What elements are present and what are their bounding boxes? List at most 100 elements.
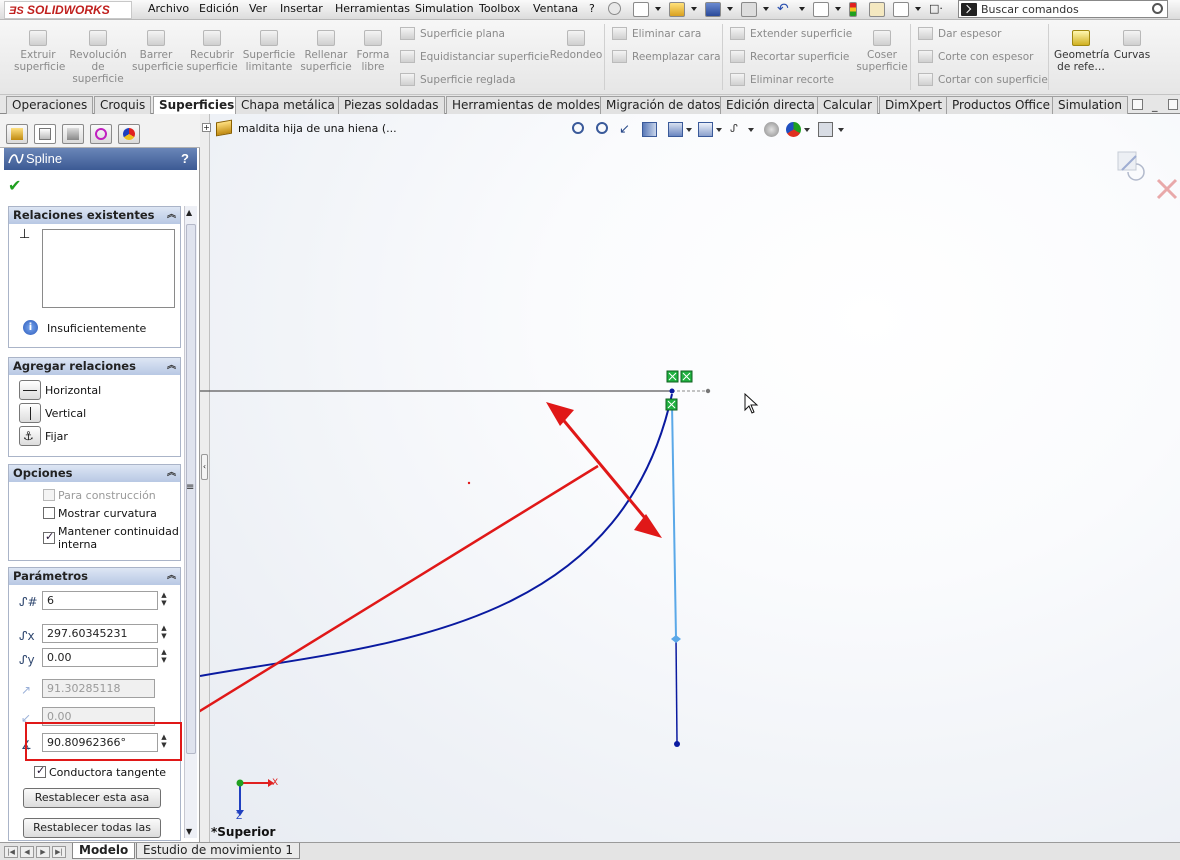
menu-toolbox[interactable]: Toolbox <box>479 1 520 18</box>
collapse-icon[interactable]: ︽ <box>167 207 176 224</box>
print-icon[interactable] <box>741 2 757 17</box>
point-number-spinner[interactable]: ▲ ▼ <box>159 591 169 610</box>
options-header[interactable]: Opciones ︽ <box>9 465 180 482</box>
previous-tab-icon[interactable]: ◀ <box>20 846 34 858</box>
panel-menu-icon[interactable]: ≡ <box>186 482 194 493</box>
tab-simulation[interactable]: Simulation <box>1052 96 1128 114</box>
first-tab-icon[interactable]: |◀ <box>4 846 18 858</box>
point-number-field[interactable]: 6 <box>42 591 158 610</box>
tab-croquis[interactable]: Croquis <box>94 96 152 114</box>
pin-icon[interactable] <box>608 2 621 15</box>
solidworks-logo[interactable]: ƎS SOLIDWORKS <box>4 1 132 19</box>
menu-ver[interactable]: Ver <box>249 1 267 18</box>
tab-dimxpert[interactable]: DimXpert <box>879 96 949 114</box>
new-document-icon[interactable] <box>633 2 649 17</box>
chevron-down-icon[interactable] <box>691 7 697 11</box>
feature-manager-tab[interactable] <box>6 124 28 144</box>
ruled-surface-button[interactable]: Superficie reglada <box>400 72 516 88</box>
freeform-button[interactable]: Forma libre <box>355 30 391 73</box>
replace-face-button[interactable]: Reemplazar cara <box>612 49 721 65</box>
handle-diamond[interactable] <box>671 635 681 643</box>
existing-relations-list[interactable] <box>42 229 175 308</box>
offset-surface-button[interactable]: Equidistanciar superficie <box>400 49 549 65</box>
tab-edicion-directa[interactable]: Edición directa <box>720 96 821 114</box>
collapse-icon[interactable]: ︽ <box>167 358 176 375</box>
chevron-down-icon[interactable] <box>763 7 769 11</box>
sweep-surface-button[interactable]: Barrer superficie <box>132 30 183 73</box>
reset-this-handle-button[interactable]: Restablecer esta asa <box>23 788 161 808</box>
property-manager-tab[interactable] <box>34 124 56 144</box>
curves-button[interactable]: Curvas <box>1112 30 1152 61</box>
overflow-icon[interactable]: □· <box>929 2 943 15</box>
x-coordinate-spinner[interactable]: ▲ ▼ <box>159 624 169 643</box>
parameters-header[interactable]: Parámetros ︽ <box>9 568 180 585</box>
menu-edicion[interactable]: Edición <box>199 1 239 18</box>
menu-simulation[interactable]: Simulation <box>415 1 474 18</box>
tangent-handle-line[interactable] <box>671 403 677 639</box>
tangent-driving-checkbox[interactable] <box>34 764 46 778</box>
open-folder-icon[interactable] <box>669 2 685 17</box>
y-coordinate-field[interactable]: 0.00 <box>42 648 158 667</box>
search-icon[interactable] <box>1152 3 1163 14</box>
minimize-icon[interactable]: _ <box>1152 99 1163 112</box>
save-icon[interactable] <box>705 2 721 17</box>
maximize-icon[interactable] <box>1168 99 1178 110</box>
fix-relation-button[interactable]: ⚓ <box>19 426 41 446</box>
chevron-down-icon[interactable] <box>835 7 841 11</box>
panel-scrollbar[interactable]: ▲ ▼ <box>184 206 197 838</box>
spline-curve[interactable] <box>200 393 673 677</box>
display-manager-tab[interactable] <box>118 124 140 144</box>
reference-geometry-button[interactable]: Geometría de refe… <box>1054 30 1110 73</box>
tangent-handle-end[interactable] <box>705 388 711 394</box>
menu-herramientas[interactable]: Herramientas <box>335 1 410 18</box>
show-curvature-checkbox[interactable] <box>43 507 55 519</box>
select-cursor-icon[interactable] <box>813 2 829 17</box>
extrude-surface-button[interactable]: Extruir superficie <box>14 30 65 73</box>
scroll-up-icon[interactable]: ▲ <box>186 208 192 217</box>
menu-help[interactable]: ? <box>589 1 595 18</box>
spline-point-6[interactable] <box>669 388 675 394</box>
chevron-down-icon[interactable] <box>655 7 661 11</box>
tab-operaciones[interactable]: Operaciones <box>6 96 94 114</box>
menu-insertar[interactable]: Insertar <box>280 1 323 18</box>
help-button[interactable]: ? <box>181 151 189 166</box>
tab-piezas-soldadas[interactable]: Piezas soldadas <box>338 96 445 114</box>
menu-archivo[interactable]: Archivo <box>148 1 189 18</box>
delete-face-button[interactable]: Eliminar cara <box>612 26 701 42</box>
menu-ventana[interactable]: Ventana <box>533 1 578 18</box>
options-icon[interactable] <box>893 2 909 17</box>
restore-window-icon[interactable] <box>1132 99 1143 110</box>
tangent-handle-extension-blue[interactable] <box>675 637 678 743</box>
thickened-cut-button[interactable]: Corte con espesor <box>918 49 1033 65</box>
tangent-arrow-end[interactable] <box>674 741 680 747</box>
vertical-relation-button[interactable] <box>19 403 41 423</box>
fill-surface-button[interactable]: Rellenar superficie <box>300 30 352 73</box>
maintain-internal-continuity-checkbox[interactable] <box>43 530 55 544</box>
thicken-button[interactable]: Dar espesor <box>918 26 1001 42</box>
horizontal-relation-button[interactable] <box>19 380 41 400</box>
file-properties-icon[interactable] <box>869 2 885 17</box>
untrim-surface-button[interactable]: Eliminar recorte <box>730 72 834 88</box>
search-input[interactable]: Buscar comandos <box>981 3 1079 16</box>
collapse-icon[interactable]: ︽ <box>167 465 176 482</box>
tab-superficies[interactable]: Superficies <box>153 96 241 115</box>
x-coordinate-field[interactable]: 297.60345231 <box>42 624 158 643</box>
cut-with-surface-button[interactable]: Cortar con superficie <box>918 72 1048 88</box>
tab-modelo[interactable]: Modelo <box>72 843 136 859</box>
for-construction-checkbox[interactable] <box>43 489 55 501</box>
dimxpert-manager-tab[interactable] <box>90 124 112 144</box>
tab-herramientas-de-moldes[interactable]: Herramientas de moldes <box>446 96 606 114</box>
collapse-icon[interactable]: ︽ <box>167 568 176 585</box>
search-commands[interactable]: Buscar comandos <box>958 0 1168 18</box>
tab-migracion-de-datos[interactable]: Migración de datos <box>600 96 727 114</box>
fillet-button[interactable]: Redondeo <box>548 30 604 61</box>
loft-surface-button[interactable]: Recubrir superficie <box>186 30 238 73</box>
chevron-down-icon[interactable] <box>727 7 733 11</box>
next-tab-icon[interactable]: ▶ <box>36 846 50 858</box>
scroll-down-icon[interactable]: ▼ <box>186 827 192 836</box>
tab-chapa-metalica[interactable]: Chapa metálica <box>235 96 341 114</box>
planar-surface-button[interactable]: Superficie plana <box>400 26 505 42</box>
reset-all-handles-button[interactable]: Restablecer todas las asas <box>23 818 161 852</box>
rebuild-icon[interactable] <box>849 2 857 17</box>
revolve-surface-button[interactable]: Revolución de superficie <box>68 30 128 85</box>
